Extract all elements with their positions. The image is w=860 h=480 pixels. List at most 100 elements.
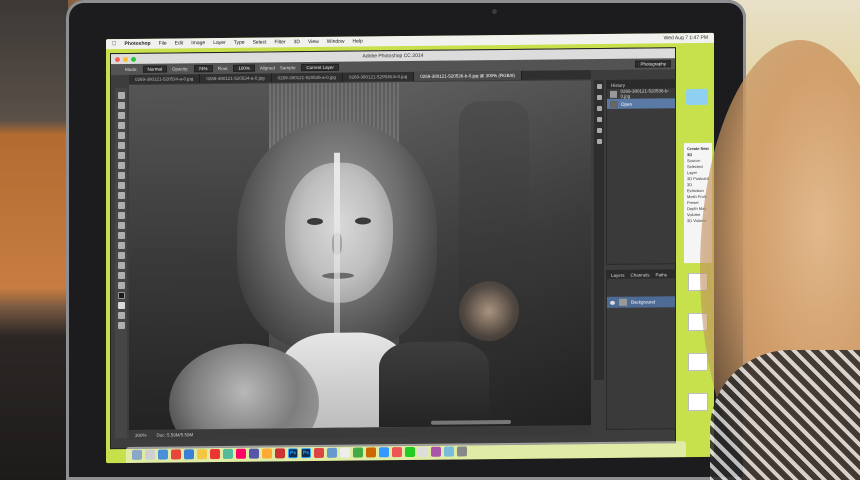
menu-select[interactable]: Select <box>253 40 267 46</box>
tab-layers[interactable]: Layers <box>611 272 625 277</box>
menu-file[interactable]: File <box>159 41 167 47</box>
eyedropper-tool-icon[interactable] <box>117 141 125 150</box>
tab-paths[interactable]: Paths <box>656 272 668 277</box>
desktop-file-icon[interactable] <box>688 352 708 372</box>
menu-filter[interactable]: Filter <box>274 39 285 45</box>
eraser-tool-icon[interactable] <box>117 191 125 200</box>
notes-icon[interactable] <box>197 449 207 460</box>
workspace-select[interactable]: Photography <box>635 60 671 68</box>
mode-select[interactable]: Normal <box>142 65 168 73</box>
app-icon[interactable] <box>340 447 350 458</box>
menu-3d[interactable]: 3D <box>294 39 300 45</box>
safari-icon[interactable] <box>158 449 168 460</box>
menu-help[interactable]: Help <box>353 38 363 44</box>
brush-tool-icon[interactable] <box>117 161 125 170</box>
menu-app-name[interactable]: Photoshop <box>125 41 151 47</box>
app-icon[interactable] <box>327 447 337 458</box>
type-tool-icon[interactable] <box>117 241 125 250</box>
photoshop-app-icon[interactable]: Ps <box>301 448 311 459</box>
history-panel-icon[interactable] <box>596 83 602 90</box>
app-icon[interactable] <box>249 448 259 459</box>
opacity-label: Opacity: <box>172 66 189 72</box>
menu-view[interactable]: View <box>308 39 319 45</box>
info-panel-icon[interactable] <box>596 138 602 145</box>
app-icon[interactable] <box>366 447 376 458</box>
properties-panel-icon[interactable] <box>596 94 602 101</box>
app-icon[interactable] <box>275 448 285 459</box>
foreground-color-swatch[interactable] <box>117 291 125 300</box>
pen-tool-icon[interactable] <box>117 231 125 240</box>
background-color-swatch[interactable] <box>117 301 125 310</box>
document-canvas[interactable] <box>129 80 591 430</box>
doc-tab[interactable]: 0269-380121-520535-a-0.jpg <box>271 72 343 83</box>
zoom-tool-icon[interactable] <box>117 281 125 290</box>
healing-brush-tool-icon[interactable] <box>117 151 125 160</box>
menubar-clock[interactable]: Wed Aug 7 1:47 PM <box>664 35 714 41</box>
hand-tool-icon[interactable] <box>117 271 125 280</box>
photoshop-app-icon[interactable]: Ps <box>288 448 298 459</box>
tab-channels[interactable]: Channels <box>631 272 650 277</box>
move-tool-icon[interactable] <box>117 91 125 100</box>
app-icon[interactable] <box>444 446 454 457</box>
lasso-tool-icon[interactable] <box>117 111 125 120</box>
app-icon[interactable] <box>379 447 389 458</box>
finder-icon[interactable] <box>132 449 142 460</box>
history-panel-title[interactable]: History <box>611 82 625 87</box>
blur-tool-icon[interactable] <box>117 211 125 220</box>
apple-menu-icon[interactable]:  <box>112 41 117 47</box>
history-brush-tool-icon[interactable] <box>117 181 125 190</box>
doc-tab-active[interactable]: 0269-380121-520536-b-0.jpg @ 300% (RGB/8… <box>414 70 522 81</box>
menu-image[interactable]: Image <box>191 40 205 46</box>
calendar-icon[interactable] <box>210 448 220 460</box>
history-state[interactable]: Open <box>607 98 675 109</box>
app-icon[interactable] <box>418 446 428 457</box>
doc-tab[interactable]: 0269-380121-520534-a-0.jpg <box>129 74 201 84</box>
app-icon[interactable] <box>262 448 272 459</box>
snapshot-label: 0269-380121-520536-b-0.jpg <box>620 88 670 99</box>
flow-label: Flow: <box>217 65 229 72</box>
chrome-icon[interactable] <box>171 449 181 460</box>
quick-mask-icon[interactable] <box>117 311 125 320</box>
visibility-eye-icon[interactable] <box>610 300 615 305</box>
spotify-icon[interactable] <box>405 446 415 458</box>
menu-type[interactable]: Type <box>234 40 245 46</box>
sample-select[interactable]: Current Layer <box>301 63 339 72</box>
gradient-tool-icon[interactable] <box>117 201 125 210</box>
desktop-folder-icon[interactable] <box>686 88 708 106</box>
doc-tab[interactable]: 0269-380121-520536-b-0.jpg <box>342 71 415 82</box>
character-panel-icon[interactable] <box>596 116 602 123</box>
shape-tool-icon[interactable] <box>117 261 125 270</box>
desktop-file-icon[interactable] <box>688 392 708 412</box>
doc-tab[interactable]: 0269-380121-520534-a-0.jpg <box>200 73 272 84</box>
mail-icon[interactable] <box>184 449 194 460</box>
screen-mode-icon[interactable] <box>117 321 125 330</box>
menu-window[interactable]: Window <box>327 39 345 45</box>
trash-icon[interactable] <box>457 446 467 457</box>
opacity-field[interactable]: 74% <box>193 65 213 73</box>
quick-select-tool-icon[interactable] <box>117 121 125 130</box>
menu-edit[interactable]: Edit <box>175 40 184 46</box>
flow-field[interactable]: 100% <box>233 64 255 72</box>
dodge-tool-icon[interactable] <box>117 221 125 230</box>
itunes-icon[interactable] <box>236 448 246 459</box>
app-icon[interactable] <box>353 447 363 458</box>
marquee-tool-icon[interactable] <box>117 101 125 110</box>
launchpad-icon[interactable] <box>145 449 155 460</box>
horizontal-scrollbar[interactable] <box>431 419 511 425</box>
adjustments-panel-icon[interactable] <box>596 105 602 112</box>
aligned-checkbox[interactable]: Aligned <box>260 65 275 70</box>
zoom-level[interactable]: 300% <box>135 433 147 438</box>
app-icon[interactable] <box>314 447 324 459</box>
collapsed-panels <box>594 79 604 381</box>
path-select-tool-icon[interactable] <box>117 251 125 260</box>
app-icon[interactable] <box>392 447 402 458</box>
layer-row[interactable]: Background <box>607 296 675 308</box>
history-snapshot[interactable]: 0269-380121-520536-b-0.jpg <box>607 88 675 99</box>
paragraph-panel-icon[interactable] <box>596 127 602 134</box>
photo-coat <box>379 341 489 428</box>
crop-tool-icon[interactable] <box>117 131 125 140</box>
menu-layer[interactable]: Layer <box>213 40 226 46</box>
clone-stamp-tool-icon[interactable] <box>117 171 125 180</box>
app-icon[interactable] <box>431 446 441 457</box>
messages-icon[interactable] <box>223 448 233 459</box>
